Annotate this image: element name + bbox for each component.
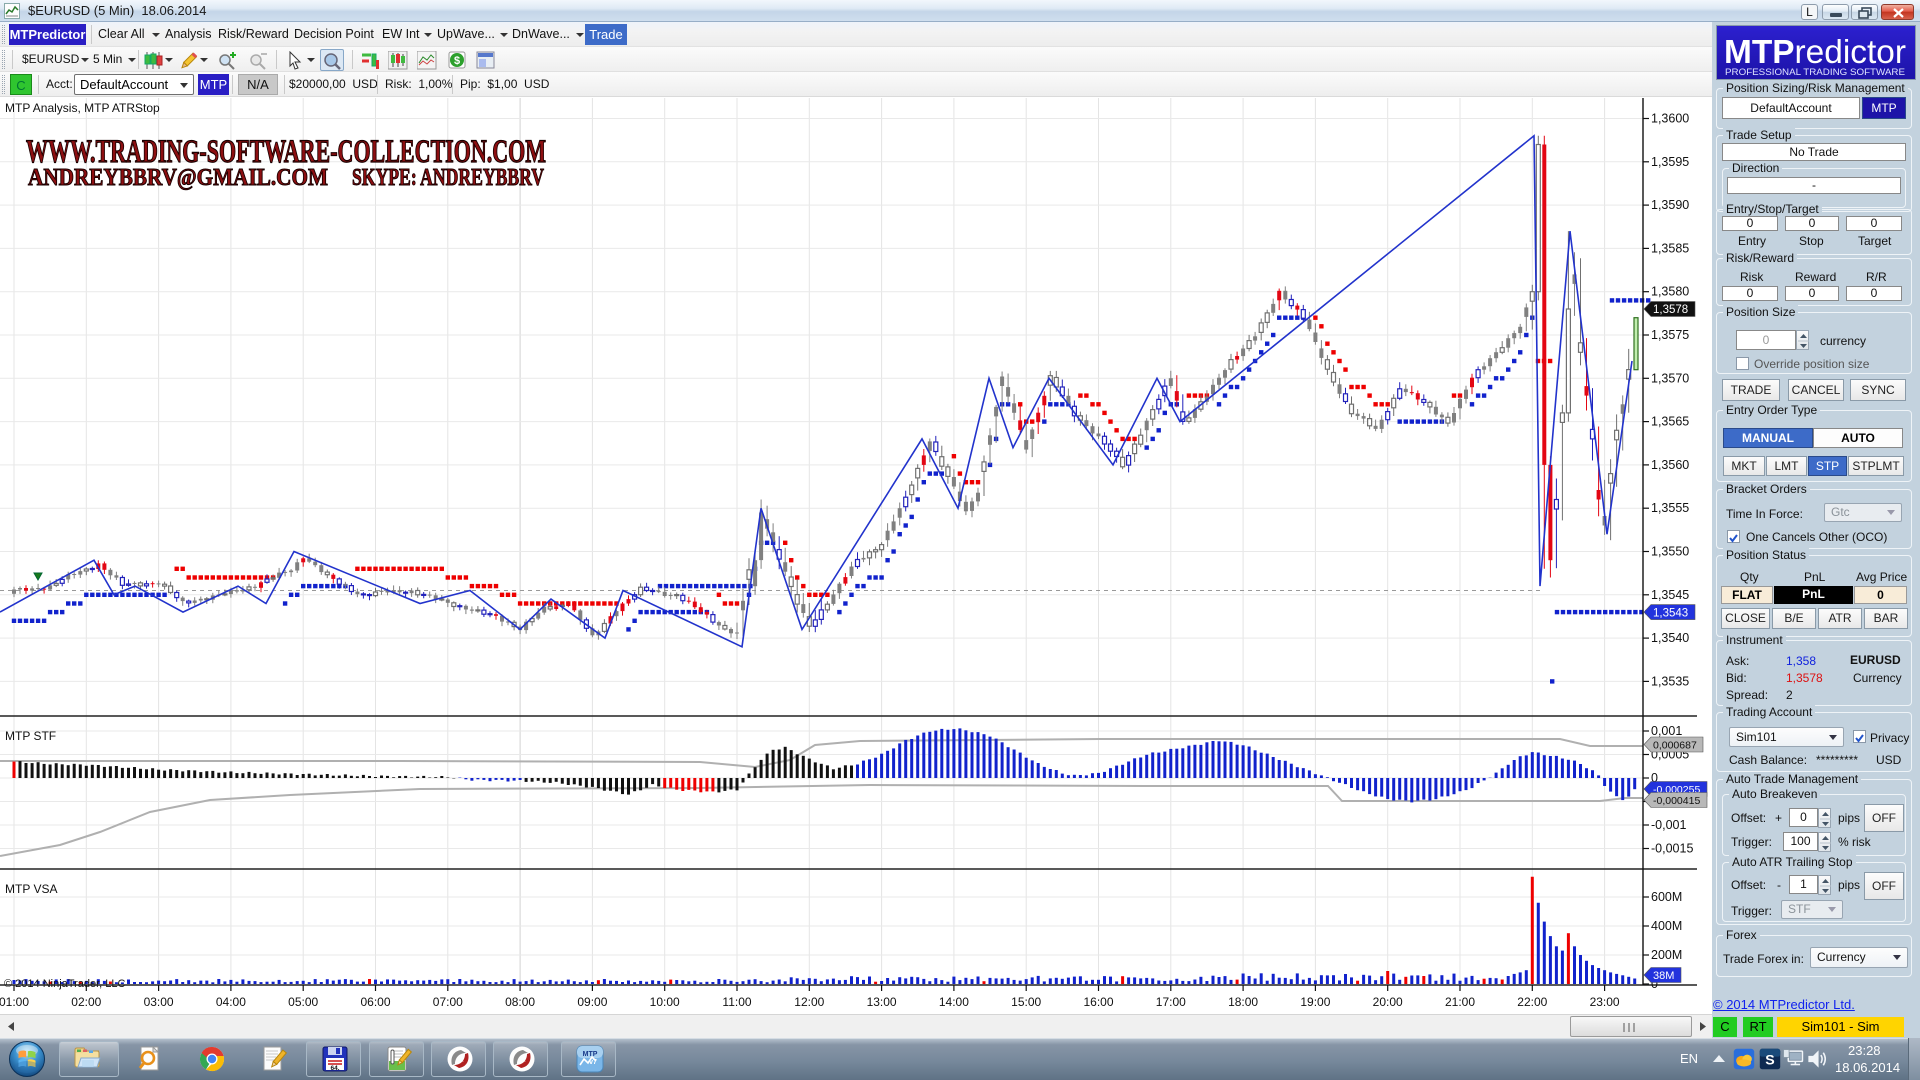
svg-text:1,3543: 1,3543 xyxy=(1653,607,1688,619)
svg-text:64.: 64. xyxy=(330,1065,339,1072)
svg-text:21:00: 21:00 xyxy=(1445,995,1475,1009)
svg-text:04:00: 04:00 xyxy=(216,995,246,1009)
svg-text:1,3565: 1,3565 xyxy=(1651,415,1689,429)
svg-text:1,3578: 1,3578 xyxy=(1653,304,1688,316)
svg-text:1,3600: 1,3600 xyxy=(1651,112,1689,126)
svg-text:-0,000415: -0,000415 xyxy=(1653,795,1700,807)
svg-text:S: S xyxy=(1765,1052,1774,1068)
svg-text:MTPredictor: MTPredictor xyxy=(1724,33,1906,70)
svg-text:-0,001: -0,001 xyxy=(1651,818,1686,832)
svg-text:1,3555: 1,3555 xyxy=(1651,501,1689,515)
svg-text:1,3545: 1,3545 xyxy=(1651,588,1689,602)
svg-text:0,000687: 0,000687 xyxy=(1653,740,1697,752)
svg-text:ANDREYBBRV@GMAIL.COM: ANDREYBBRV@GMAIL.COM xyxy=(28,165,328,191)
svg-text:14:00: 14:00 xyxy=(939,995,969,1009)
svg-text:1,3540: 1,3540 xyxy=(1651,631,1689,645)
svg-text:© 2014 NinjaTrader, LLC: © 2014 NinjaTrader, LLC xyxy=(4,978,125,990)
svg-text:13:00: 13:00 xyxy=(867,995,897,1009)
svg-text:18:00: 18:00 xyxy=(1228,995,1258,1009)
svg-text:1,3575: 1,3575 xyxy=(1651,328,1689,342)
svg-text:SKYPE: ANDREYBBRV: SKYPE: ANDREYBBRV xyxy=(352,165,544,191)
svg-text:1,3560: 1,3560 xyxy=(1651,458,1689,472)
svg-text:17:00: 17:00 xyxy=(1156,995,1186,1009)
svg-text:PROFESSIONAL TRADING SOFTWARE: PROFESSIONAL TRADING SOFTWARE xyxy=(1725,67,1905,77)
svg-text:MTP: MTP xyxy=(583,1051,598,1058)
svg-text:200M: 200M xyxy=(1651,948,1682,962)
svg-text:1,3570: 1,3570 xyxy=(1651,371,1689,385)
svg-text:22:00: 22:00 xyxy=(1517,995,1547,1009)
svg-text:01:00: 01:00 xyxy=(0,995,29,1009)
svg-text:09:00: 09:00 xyxy=(577,995,607,1009)
svg-text:1,3535: 1,3535 xyxy=(1651,674,1689,688)
svg-text:02:00: 02:00 xyxy=(71,995,101,1009)
svg-text:MTP Analysis, MTP ATRStop: MTP Analysis, MTP ATRStop xyxy=(5,101,160,115)
svg-text:400M: 400M xyxy=(1651,919,1682,933)
svg-text:10:00: 10:00 xyxy=(650,995,680,1009)
svg-text:03:00: 03:00 xyxy=(144,995,174,1009)
svg-text:38M: 38M xyxy=(1653,970,1674,982)
svg-text:08:00: 08:00 xyxy=(505,995,535,1009)
svg-text:15:00: 15:00 xyxy=(1011,995,1041,1009)
svg-text:06:00: 06:00 xyxy=(360,995,390,1009)
svg-text:1,3580: 1,3580 xyxy=(1651,285,1689,299)
svg-text:MTP VSA: MTP VSA xyxy=(5,882,57,896)
svg-text:0,001: 0,001 xyxy=(1651,724,1682,738)
svg-text:19:00: 19:00 xyxy=(1300,995,1330,1009)
svg-text:$: $ xyxy=(454,55,460,67)
svg-text:11:00: 11:00 xyxy=(722,995,751,1009)
svg-text:1,3595: 1,3595 xyxy=(1651,155,1689,169)
svg-text:20:00: 20:00 xyxy=(1373,995,1403,1009)
svg-text:-0,0015: -0,0015 xyxy=(1651,842,1693,856)
svg-text:16:00: 16:00 xyxy=(1083,995,1113,1009)
svg-text:23:00: 23:00 xyxy=(1590,995,1620,1009)
svg-text:1,3550: 1,3550 xyxy=(1651,545,1689,559)
svg-text:05:00: 05:00 xyxy=(288,995,318,1009)
svg-text:1,3590: 1,3590 xyxy=(1651,198,1689,212)
svg-text:MTP STF: MTP STF xyxy=(5,729,56,743)
svg-text:1,3585: 1,3585 xyxy=(1651,241,1689,255)
svg-text:07:00: 07:00 xyxy=(433,995,463,1009)
svg-text:12:00: 12:00 xyxy=(794,995,824,1009)
svg-text:600M: 600M xyxy=(1651,890,1682,904)
